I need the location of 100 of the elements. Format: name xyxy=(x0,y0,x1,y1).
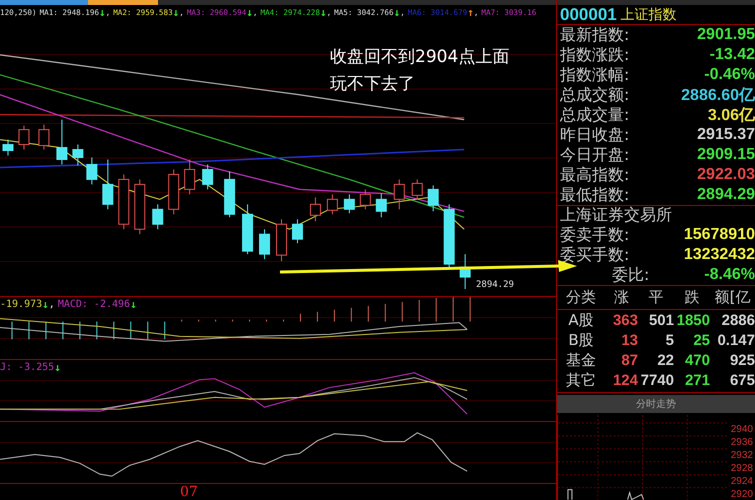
candlestick xyxy=(56,119,68,165)
stat-value: 13232432 xyxy=(684,246,755,264)
legend-value: -19.973 xyxy=(0,299,42,310)
table-cell-text: 501 xyxy=(648,312,674,328)
candlestick xyxy=(376,192,387,218)
stat-value: 2915.37 xyxy=(697,126,755,144)
stock-code: 000001 xyxy=(560,4,617,24)
candlestick xyxy=(18,125,30,150)
trend-arrow: ↓ xyxy=(42,299,49,310)
candlestick xyxy=(202,164,214,190)
stat-label: 指数涨幅: xyxy=(560,64,630,86)
price-line xyxy=(627,491,644,500)
candlestick xyxy=(2,139,14,156)
candlestick xyxy=(460,254,471,290)
table-cell-text: 124 xyxy=(612,372,638,388)
table-cell-text: 其它 xyxy=(565,370,597,390)
candlestick xyxy=(184,159,196,195)
candlestick xyxy=(168,168,180,215)
candlestick xyxy=(310,196,321,222)
price-tick: 2932 xyxy=(730,449,753,462)
stat-label: 最低指数: xyxy=(560,184,630,206)
candlestick xyxy=(86,157,98,185)
price-tick: 2940 xyxy=(730,423,753,436)
table-cell-text: 25 xyxy=(692,332,710,348)
column-header: 涨 xyxy=(613,288,630,307)
table-cell-text: 470 xyxy=(684,352,710,368)
intraday-trend-button[interactable]: 分时走势 xyxy=(557,395,755,414)
stock-name: 上证指数 xyxy=(620,6,677,24)
date-label: 07 xyxy=(180,484,198,500)
stat-value: -13.42 xyxy=(710,46,755,64)
candlestick xyxy=(344,194,355,214)
table-cell-text: 675 xyxy=(728,372,755,388)
stat-label: 指数涨跌: xyxy=(560,44,630,66)
legend-value: J: -3.255 xyxy=(0,362,54,373)
stat-value: 2901.95 xyxy=(697,26,755,44)
candlestick xyxy=(38,124,50,150)
stat-value: -8.46% xyxy=(704,266,755,284)
trend-arrow: ↑ xyxy=(467,7,474,18)
candlestick xyxy=(394,178,405,210)
table-cell-text: 2886 xyxy=(720,312,755,328)
table-cell-text: A股 xyxy=(567,310,595,330)
column-header: 平 xyxy=(648,288,664,307)
table-cell-text: 925 xyxy=(728,352,755,368)
stat-value: 15678910 xyxy=(684,226,755,244)
candlestick xyxy=(242,204,254,255)
stat-label: 今日开盘: xyxy=(560,144,630,166)
trend-arrow: ↓ xyxy=(130,299,137,310)
trend-arrow: ↓ xyxy=(172,7,180,18)
stat-label: 委比: xyxy=(612,264,650,286)
price-label: 2894.29 xyxy=(476,280,514,290)
stat-label: 委买手数: xyxy=(560,244,630,266)
candlestick xyxy=(276,218,287,262)
separator: , xyxy=(48,299,55,310)
annotation-text: 玩不下去了 xyxy=(330,73,416,95)
trend-arrow: ↓ xyxy=(246,7,253,18)
table-cell-text: 基金 xyxy=(565,350,597,370)
candlestick xyxy=(292,218,303,244)
stat-value: 2922.03 xyxy=(697,166,755,184)
stat-label: 最高指数: xyxy=(560,164,630,186)
candlestick xyxy=(360,188,371,210)
table-cell-text: 22 xyxy=(656,352,674,368)
legend-value: MACD: -2.496 xyxy=(58,299,130,310)
candlestick xyxy=(428,184,439,212)
candlestick xyxy=(259,228,270,260)
candlestick xyxy=(412,178,423,200)
stat-label: 委卖手数: xyxy=(560,224,630,246)
annotation-text: 收盘回不到2904点上面 xyxy=(330,46,510,68)
stat-value: -0.46% xyxy=(704,66,755,84)
table-cell-text: 5 xyxy=(664,332,674,348)
candlestick xyxy=(72,144,84,166)
table-cell-text: 87 xyxy=(620,352,638,368)
column-header: 额[亿 xyxy=(714,288,752,307)
price-tick: 2928 xyxy=(730,462,753,476)
table-cell-text: 0.147 xyxy=(716,332,755,348)
trend-arrow: ↓ xyxy=(320,7,327,18)
table-cell-text: 13 xyxy=(620,332,638,348)
column-header: 分类 xyxy=(565,288,597,307)
price-tick: 2924 xyxy=(730,475,753,488)
column-header: 跌 xyxy=(684,288,700,307)
stat-value: 3.06亿 xyxy=(708,106,755,126)
stat-value: 2894.29 xyxy=(697,186,755,204)
table-cell-text: 7740 xyxy=(640,372,674,388)
volume-bar xyxy=(567,490,572,500)
price-tick: 2936 xyxy=(730,436,753,450)
trend-arrow: ↓ xyxy=(99,7,106,18)
stat-label: 最新指数: xyxy=(560,24,630,46)
candlestick xyxy=(326,194,338,215)
table-cell-text: B股 xyxy=(567,330,595,350)
candlestick xyxy=(152,204,164,230)
table-cell-text: 1850 xyxy=(676,312,710,328)
price-tick: 2920 xyxy=(730,488,753,500)
exchange-name: 上海证券交易所 xyxy=(560,205,672,226)
candlestick xyxy=(102,159,114,210)
stat-label: 总成交量: xyxy=(560,104,630,126)
stat-label: 昨日收盘: xyxy=(560,124,630,146)
candlestick xyxy=(444,204,455,268)
stat-value: 2909.15 xyxy=(697,146,755,164)
stat-value: 2886.60亿 xyxy=(681,86,755,106)
table-cell-text: 363 xyxy=(612,312,638,328)
candlestick xyxy=(224,170,236,218)
